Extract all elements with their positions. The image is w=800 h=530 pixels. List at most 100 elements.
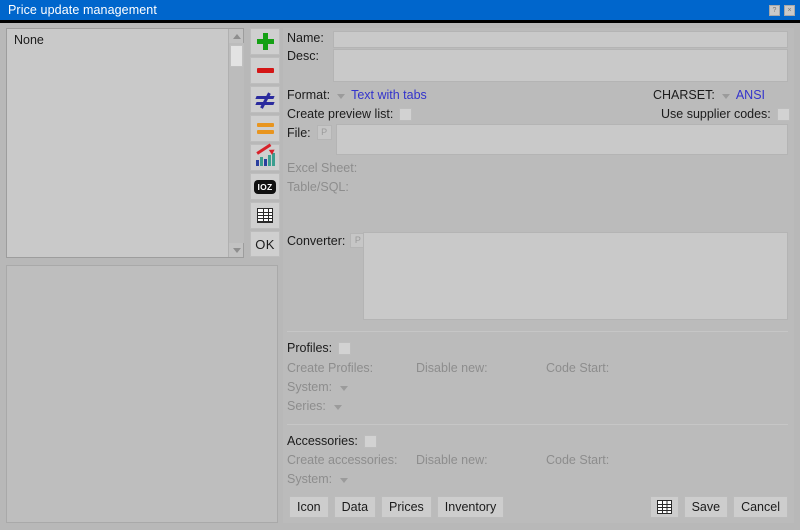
remove-button[interactable] (250, 57, 280, 84)
format-row: Format: Text with tabs (287, 88, 427, 102)
use-supplier-codes-checkbox[interactable] (776, 107, 790, 121)
file-input[interactable] (336, 124, 788, 155)
plus-icon (256, 33, 274, 50)
ok-button[interactable]: OK (250, 231, 280, 257)
window-title: Price update management (8, 3, 157, 17)
profiles-system-chevron-down-icon[interactable] (340, 385, 349, 391)
grid-table-icon (656, 500, 672, 514)
profiles-checkbox[interactable] (338, 341, 352, 355)
prices-button[interactable]: Prices (381, 496, 432, 518)
scrollbar-track[interactable] (229, 43, 244, 243)
inventory-button[interactable]: Inventory (436, 496, 505, 518)
create-preview-label: Create preview list: (287, 107, 394, 121)
create-profiles-label: Create Profiles: (287, 361, 374, 375)
preview-panel (6, 265, 278, 523)
price-update-management-window: Price update management ? × None IOZ OK … (0, 0, 800, 530)
desc-label: Desc: (287, 49, 319, 63)
name-label: Name: (287, 31, 324, 45)
profiles-code-start-label: Code Start: (546, 361, 610, 375)
scrollbar-thumb[interactable] (230, 45, 243, 67)
close-button[interactable]: × (784, 4, 795, 16)
create-accessories-row: Create accessories: (287, 453, 397, 467)
grid-table-icon (257, 208, 273, 223)
excel-sheet-row: Excel Sheet: (287, 161, 357, 175)
not-equal-icon (255, 91, 275, 109)
charset-value[interactable]: ANSI (736, 88, 765, 102)
profiles-disable-new-row: Disable new: (416, 361, 488, 375)
profiles-series-chevron-down-icon[interactable] (333, 404, 342, 410)
icon-button[interactable]: Icon (289, 496, 329, 518)
create-preview-checkbox[interactable] (399, 107, 413, 121)
use-supplier-codes-label: Use supplier codes: (661, 107, 771, 121)
name-input[interactable] (333, 31, 788, 48)
accessories-code-start-label: Code Start: (546, 453, 610, 467)
file-browse-button[interactable]: P (316, 125, 332, 140)
accessories-row: Accessories: (287, 434, 377, 448)
equal-button[interactable] (250, 115, 280, 142)
profiles-system-label: System: (287, 380, 333, 394)
converter-input[interactable] (363, 232, 788, 320)
profiles-system-row: System: (287, 380, 349, 394)
desc-row: Desc: (287, 49, 319, 63)
profiles-code-start-row: Code Start: (546, 361, 609, 375)
create-preview-row: Create preview list: (287, 107, 413, 121)
accessories-label: Accessories: (287, 434, 358, 448)
data-button[interactable]: Data (333, 496, 377, 518)
not-equal-button[interactable] (250, 86, 280, 113)
toolbar-column: IOZ OK (250, 28, 280, 257)
scroll-up-arrow-icon[interactable] (229, 29, 244, 43)
file-row: File: P (287, 125, 332, 140)
format-label: Format: (287, 88, 331, 102)
table-sql-label: Table/SQL: (287, 180, 349, 194)
use-supplier-codes-row: Use supplier codes: (661, 107, 790, 121)
footer-table-button[interactable] (649, 496, 679, 518)
scroll-down-arrow-icon[interactable] (229, 243, 244, 257)
create-accessories-label: Create accessories: (287, 453, 398, 467)
accessories-system-row: System: (287, 472, 349, 486)
equal-icon (256, 122, 274, 135)
ioz-badge-icon: IOZ (254, 179, 276, 194)
titlebar-shadow (0, 20, 800, 23)
list-scrollbar[interactable] (228, 29, 244, 257)
statistics-button[interactable] (250, 143, 280, 171)
converter-row: Converter: P (287, 233, 366, 248)
details-form-panel: Name: Desc: Format: Text with tabs CHARS… (283, 28, 794, 523)
format-chevron-down-icon[interactable] (337, 93, 346, 99)
table-button[interactable] (250, 202, 280, 229)
profiles-row: Profiles: (287, 341, 352, 355)
cancel-button[interactable]: Cancel (733, 496, 788, 518)
converter-label: Converter: (287, 233, 346, 248)
charset-chevron-down-icon[interactable] (721, 93, 730, 99)
help-button[interactable]: ? (769, 4, 780, 16)
title-bar: Price update management ? × (0, 0, 800, 20)
excel-sheet-label: Excel Sheet: (287, 161, 358, 175)
divider-accessories (287, 424, 788, 425)
profiles-label: Profiles: (287, 341, 333, 355)
accessories-code-start-row: Code Start: (546, 453, 609, 467)
accessories-disable-new-label: Disable new: (416, 453, 488, 467)
minus-icon (256, 68, 274, 73)
accessories-checkbox[interactable] (363, 434, 377, 448)
divider-profiles (287, 331, 788, 332)
create-profiles-row: Create Profiles: (287, 361, 373, 375)
table-sql-row: Table/SQL: (287, 180, 349, 194)
name-row: Name: (287, 31, 324, 45)
desc-input[interactable] (333, 49, 788, 82)
format-value[interactable]: Text with tabs (351, 88, 427, 102)
add-button[interactable] (250, 28, 280, 55)
price-list-panel[interactable]: None (6, 28, 244, 258)
profiles-series-row: Series: (287, 399, 342, 413)
charset-row: CHARSET: ANSI (653, 88, 765, 102)
window-controls: ? × (769, 4, 800, 16)
list-item[interactable]: None (7, 29, 243, 51)
save-button[interactable]: Save (683, 496, 729, 518)
footer-button-bar: Icon Data Prices Inventory Save Cancel (283, 491, 794, 523)
accessories-system-chevron-down-icon[interactable] (340, 477, 349, 483)
accessories-disable-new-row: Disable new: (416, 453, 488, 467)
file-label: File: (287, 125, 311, 140)
bar-chart-arrow-icon (255, 143, 276, 166)
ioz-button[interactable]: IOZ (250, 173, 280, 200)
accessories-system-label: System: (287, 472, 333, 486)
charset-label: CHARSET: (653, 88, 715, 102)
profiles-disable-new-label: Disable new: (416, 361, 488, 375)
